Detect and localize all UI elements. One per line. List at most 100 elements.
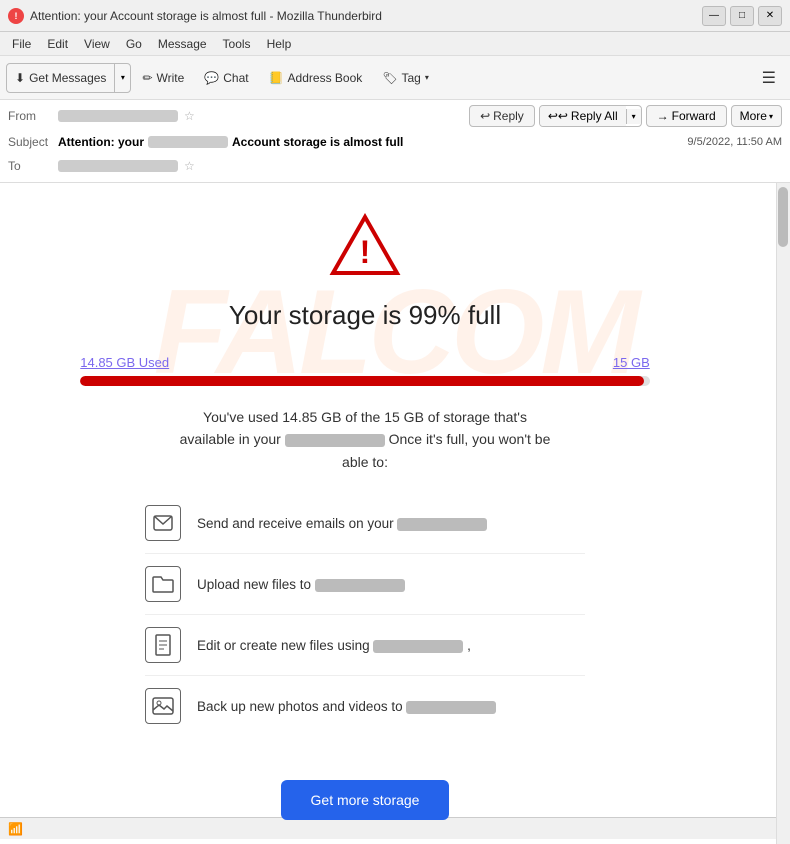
feature-photos-text: Back up new photos and videos to <box>197 699 585 714</box>
get-messages-dropdown[interactable]: ▾ <box>114 64 130 92</box>
window-controls: — □ ✕ <box>702 6 782 26</box>
close-button[interactable]: ✕ <box>758 6 782 26</box>
menu-message[interactable]: Message <box>150 35 215 53</box>
to-address-blurred <box>58 160 178 172</box>
storage-bar-fill <box>80 376 644 386</box>
forward-button[interactable]: → Forward <box>646 105 727 127</box>
forward-label: Forward <box>672 109 716 123</box>
menu-view[interactable]: View <box>76 35 118 53</box>
svg-text:!: ! <box>360 234 371 270</box>
reply-button[interactable]: ↩ Reply <box>469 105 535 127</box>
more-label: More <box>740 109 767 123</box>
feature-edit-text: Edit or create new files using , <box>197 638 585 653</box>
tag-dropdown-arrow: ▾ <box>425 73 429 82</box>
feature-item-email: Send and receive emails on your <box>145 493 585 554</box>
reply-all-group: ↩↩ Reply All ▾ <box>539 105 642 127</box>
tag-icon: 🏷 <box>382 71 397 85</box>
get-messages-button[interactable]: ⬇ Get Messages <box>7 67 114 89</box>
to-star-icon[interactable]: ☆ <box>184 159 195 173</box>
storage-bar-track <box>80 376 650 386</box>
reply-all-label: Reply All <box>571 109 618 123</box>
to-label: To <box>8 159 58 173</box>
body-text: You've used 14.85 GB of the 15 GB of sto… <box>175 406 555 473</box>
status-icon: 📶 <box>8 822 23 836</box>
feature-edit-label: Edit or create new files using <box>197 638 370 653</box>
image-icon <box>145 688 181 724</box>
subject-blurred <box>148 136 228 148</box>
feature-edit-comma: , <box>467 638 471 653</box>
feature-item-edit: Edit or create new files using , <box>145 615 585 676</box>
maximize-button[interactable]: □ <box>730 6 754 26</box>
feature-email-text: Send and receive emails on your <box>197 516 585 531</box>
write-button[interactable]: ✏ Write <box>133 66 193 90</box>
storage-bar-section: 14.85 GB Used 15 GB <box>80 355 650 386</box>
chat-button[interactable]: 💬 Chat <box>195 66 257 90</box>
email-body: ! Your storage is 99% full 14.85 GB Used… <box>0 183 730 844</box>
feature-edit-blurred <box>373 640 463 653</box>
get-messages-label: Get Messages <box>29 71 106 85</box>
reply-all-dropdown[interactable]: ▾ <box>626 109 641 124</box>
menu-edit[interactable]: Edit <box>39 35 76 53</box>
feature-upload-label: Upload new files to <box>197 577 311 592</box>
menu-file[interactable]: File <box>4 35 39 53</box>
subject-label: Subject <box>8 135 58 149</box>
write-label: Write <box>157 71 185 85</box>
reply-label: Reply <box>493 109 524 123</box>
storage-total-label[interactable]: 15 GB <box>613 355 650 370</box>
from-label: From <box>8 109 58 123</box>
folder-icon <box>145 566 181 602</box>
get-more-storage-button[interactable]: Get more storage <box>281 780 450 820</box>
feature-photos-label: Back up new photos and videos to <box>197 699 403 714</box>
features-list: Send and receive emails on your Upload n… <box>145 493 585 736</box>
address-book-label: Address Book <box>288 71 363 85</box>
document-icon <box>145 627 181 663</box>
menu-go[interactable]: Go <box>118 35 150 53</box>
main-toolbar: ⬇ Get Messages ▾ ✏ Write 💬 Chat 📒 Addres… <box>0 56 790 100</box>
feature-item-upload: Upload new files to <box>145 554 585 615</box>
feature-email-label: Send and receive emails on your <box>197 516 394 531</box>
menu-help[interactable]: Help <box>259 35 300 53</box>
tag-button[interactable]: 🏷 Tag ▾ <box>373 66 438 90</box>
address-book-button[interactable]: 📒 Address Book <box>260 66 372 90</box>
tag-label: Tag <box>402 71 421 85</box>
get-messages-group: ⬇ Get Messages ▾ <box>6 63 131 93</box>
titlebar-text: Attention: your Account storage is almos… <box>30 9 702 23</box>
chat-label: Chat <box>223 71 248 85</box>
subject-text-after: Account storage is almost full <box>232 135 403 149</box>
hamburger-menu[interactable]: ☰ <box>754 64 784 92</box>
reply-icon: ↩ <box>480 109 490 123</box>
feature-email-blurred <box>397 518 487 531</box>
reply-all-icon: ↩↩ <box>548 109 568 123</box>
body-line3: Once it's full, you won't be <box>389 431 551 447</box>
app-icon: ! <box>8 8 24 24</box>
message-date: 9/5/2022, 11:50 AM <box>687 136 782 148</box>
write-icon: ✏ <box>142 71 152 85</box>
from-address-blurred <box>58 110 178 122</box>
feature-photos-blurred <box>406 701 496 714</box>
to-row: To ☆ <box>8 154 782 178</box>
header-action-buttons: ↩ Reply ↩↩ Reply All ▾ → Forward More ▾ <box>469 105 782 127</box>
get-messages-icon: ⬇ <box>15 71 25 85</box>
menu-tools[interactable]: Tools <box>215 35 259 53</box>
address-book-icon: 📒 <box>269 71 284 85</box>
more-button[interactable]: More ▾ <box>731 105 782 127</box>
titlebar: ! Attention: your Account storage is alm… <box>0 0 790 32</box>
scrollbar-thumb[interactable] <box>778 187 788 247</box>
minimize-button[interactable]: — <box>702 6 726 26</box>
chat-icon: 💬 <box>204 71 219 85</box>
body-account-blurred <box>285 434 385 447</box>
warning-triangle-icon: ! <box>329 213 401 280</box>
subject-text-before: Attention: your <box>58 135 144 149</box>
feature-upload-blurred <box>315 579 405 592</box>
from-value-area: ☆ <box>58 109 463 123</box>
subject-row: Subject Attention: your Account storage … <box>8 130 782 154</box>
storage-used-label[interactable]: 14.85 GB Used <box>80 355 169 370</box>
body-line1: You've used 14.85 GB of the 15 GB of sto… <box>203 409 527 425</box>
scrollbar-track <box>776 183 790 844</box>
feature-upload-text: Upload new files to <box>197 577 585 592</box>
message-header: From ☆ ↩ Reply ↩↩ Reply All ▾ → Forward <box>0 100 790 183</box>
envelope-icon <box>145 505 181 541</box>
from-star-icon[interactable]: ☆ <box>184 109 195 123</box>
reply-all-button[interactable]: ↩↩ Reply All <box>540 106 626 126</box>
forward-icon: → <box>657 109 669 123</box>
